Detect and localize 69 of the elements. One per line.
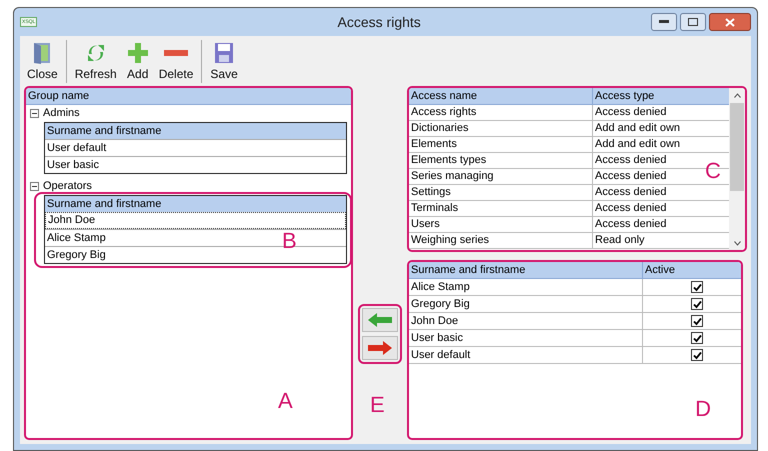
scrollbar[interactable] [729, 88, 745, 250]
user-name[interactable]: User default [47, 140, 106, 156]
close-icon [725, 18, 735, 26]
table-cell: Weighing series [409, 233, 593, 248]
maximize-icon [688, 18, 698, 26]
annotation-letter: C [705, 160, 721, 182]
table-cell: Series managing [409, 169, 593, 184]
minimize-button[interactable] [651, 13, 677, 31]
table-cell-text: Access denied [595, 201, 667, 216]
left-arrow-icon [368, 313, 392, 327]
table-cell-text: Access denied [595, 105, 667, 120]
table-cell-text: Add and edit own [595, 121, 680, 136]
scroll-up-icon[interactable] [734, 93, 740, 98]
scroll-down-icon[interactable] [734, 241, 740, 246]
column-header: Group name [28, 88, 90, 104]
table-cell-text: Add and edit own [595, 137, 680, 152]
toolbar-button[interactable]: Delete [154, 40, 198, 83]
table-cell-text: Access denied [595, 217, 667, 232]
table-cell-text: Access denied [595, 185, 667, 200]
collapse-icon[interactable] [30, 182, 39, 191]
column-header: Surname and firstname [47, 124, 162, 139]
column-header: Access name [409, 88, 593, 104]
table-cell: Access rights [409, 105, 593, 120]
toolbar-button[interactable]: Refresh [70, 40, 122, 83]
checkbox[interactable] [691, 332, 703, 344]
annotation-letter: E [370, 394, 385, 416]
group-name[interactable]: Operators [43, 178, 92, 195]
user-name[interactable]: Alice Stamp [47, 230, 106, 246]
annotation-letter: D [695, 398, 711, 420]
maximize-button[interactable] [680, 13, 706, 31]
close-button[interactable] [709, 13, 751, 31]
table-cell: User basic [409, 330, 643, 346]
table-cell: User default [409, 347, 643, 363]
window-title: Access rights [338, 12, 421, 32]
table-cell: Elements types [409, 153, 593, 168]
move-right-button[interactable] [362, 336, 398, 360]
checkbox[interactable] [691, 281, 703, 293]
group-name[interactable]: Admins [43, 105, 80, 122]
collapse-icon[interactable] [30, 109, 39, 118]
toolbar-button[interactable]: Save [205, 40, 243, 83]
user-name[interactable]: Gregory Big [47, 246, 106, 264]
annotation-letter: A [278, 390, 293, 412]
annotation-letter: B [282, 230, 297, 252]
table-cell: Users [409, 217, 593, 232]
table-cell-text: Read only [595, 233, 645, 248]
user-name[interactable]: User basic [47, 156, 99, 174]
column-header: Access type [594, 88, 656, 104]
table-cell: Gregory Big [409, 296, 643, 312]
toolbar-button[interactable]: Close [22, 40, 63, 83]
plus-icon [126, 42, 149, 64]
checkbox[interactable] [691, 349, 703, 361]
table-cell: Dictionaries [409, 121, 593, 136]
checkbox[interactable] [691, 315, 703, 327]
column-header: Surname and firstname [409, 262, 643, 278]
minimize-icon [659, 20, 669, 24]
table-cell: Terminals [409, 201, 593, 216]
user-name[interactable]: John Doe [48, 212, 96, 229]
table-cell: Alice Stamp [409, 279, 643, 295]
minus-icon [164, 48, 188, 56]
table-cell-text: Access denied [595, 169, 667, 184]
column-header: Active [644, 262, 676, 278]
table-cell: Elements [409, 137, 593, 152]
toolbar-button[interactable]: Add [122, 40, 154, 83]
table-cell: John Doe [409, 313, 643, 329]
table-cell-text: Access denied [595, 153, 667, 168]
table-cell: Settings [409, 185, 593, 200]
right-arrow-icon [368, 341, 392, 355]
checkbox[interactable] [691, 298, 703, 310]
column-header: Surname and firstname [47, 196, 162, 212]
